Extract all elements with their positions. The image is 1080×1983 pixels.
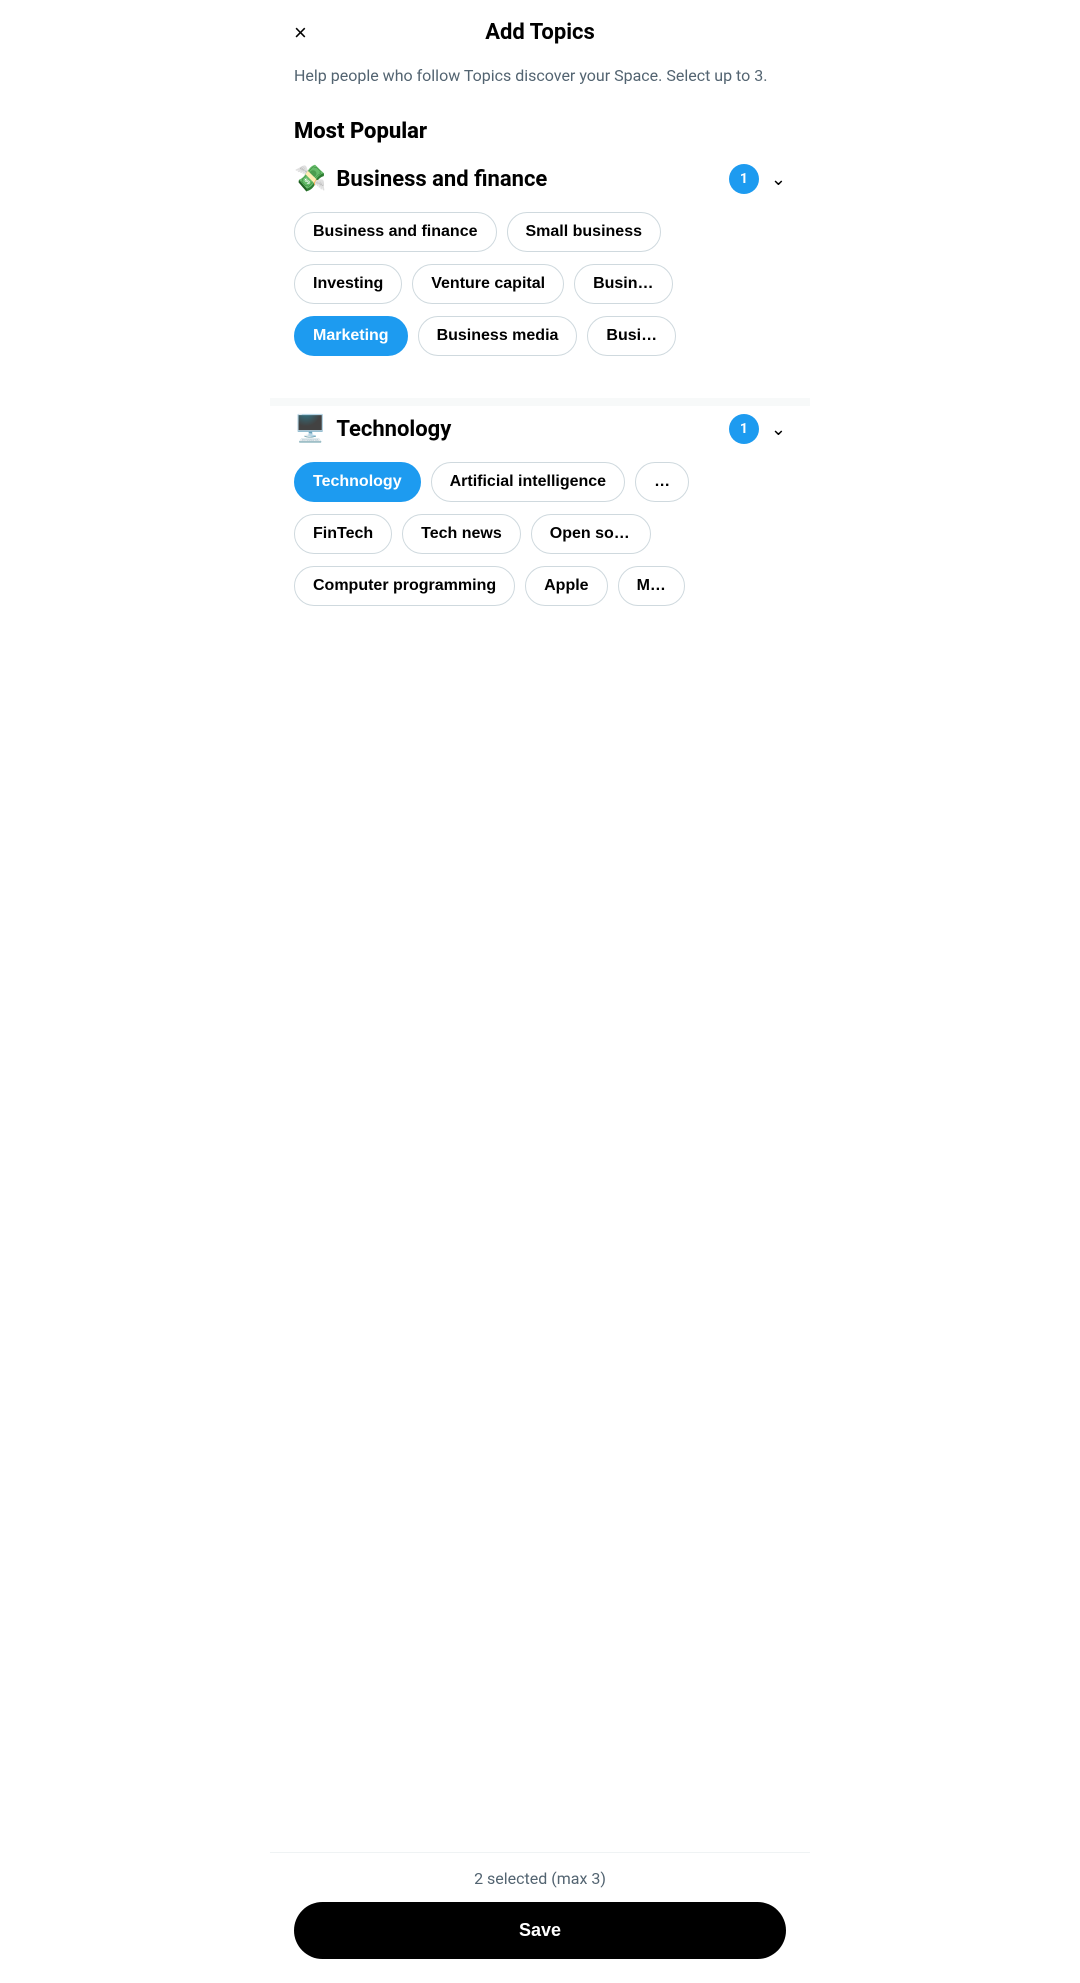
category-header-technology: 🖥️ Technology1 ⌄ [294,414,786,444]
tag-business-2-2[interactable]: Busi… [587,316,676,356]
categories-container: 💸Business and finance1⌄Business and fina… [270,164,810,648]
subtitle-text: Help people who follow Topics discover y… [270,57,810,111]
most-popular-heading: Most Popular [270,111,810,164]
category-emoji-technology: 🖥️ [294,414,326,444]
page-header: × Add Topics [270,0,810,57]
tag-business-1-2[interactable]: Busin… [574,264,672,304]
category-header-business: 💸 Business and finance1 ⌄ [294,164,786,194]
tag-business-1-0[interactable]: Investing [294,264,402,304]
tag-technology-2-1[interactable]: Apple [525,566,607,606]
close-button[interactable]: × [294,22,307,44]
chevron-down-icon-technology[interactable]: ⌄ [771,419,786,440]
save-button[interactable]: Save [294,1902,786,1959]
tag-row-technology-2: Computer programmingApple M… [294,566,786,606]
category-business: 💸Business and finance1⌄Business and fina… [270,164,810,398]
tag-row-technology-1: FinTechTech newsOpen source [294,514,786,554]
section-divider [270,398,810,406]
tag-row-business-0: Business and financeSmall business [294,212,786,252]
category-name-technology: Technology [336,417,729,442]
tag-business-2-1[interactable]: Business media [418,316,578,356]
page-title: Add Topics [485,20,595,45]
footer: 2 selected (max 3) Save [270,1852,810,1983]
category-emoji-business: 💸 [294,164,326,194]
category-badge-business: 1 [729,164,759,194]
tag-business-0-1[interactable]: Small business [507,212,662,252]
category-technology: 🖥️Technology1⌄TechnologyArtificial intel… [270,414,810,648]
tag-technology-2-0[interactable]: Computer programming [294,566,515,606]
tag-business-1-1[interactable]: Venture capital [412,264,564,304]
tag-technology-2-2[interactable]: M… [618,566,685,606]
tag-technology-0-1[interactable]: Artificial intelligence [431,462,625,502]
tag-business-0-0[interactable]: Business and finance [294,212,497,252]
tag-row-technology-0: TechnologyArtificial intelligence… [294,462,786,502]
tag-technology-1-2[interactable]: Open source [531,514,651,554]
selected-count: 2 selected (max 3) [294,1869,786,1888]
category-name-business: Business and finance [336,167,729,192]
tag-technology-0-2[interactable]: … [635,462,689,502]
tag-technology-0-0[interactable]: Technology [294,462,421,502]
tag-technology-1-0[interactable]: FinTech [294,514,392,554]
tag-row-business-1: InvestingVenture capitalBusin… [294,264,786,304]
tag-technology-1-1[interactable]: Tech news [402,514,521,554]
category-badge-technology: 1 [729,414,759,444]
tag-business-2-0[interactable]: Marketing [294,316,408,356]
chevron-down-icon-business[interactable]: ⌄ [771,169,786,190]
tag-row-business-2: MarketingBusiness mediaBusi… [294,316,786,356]
